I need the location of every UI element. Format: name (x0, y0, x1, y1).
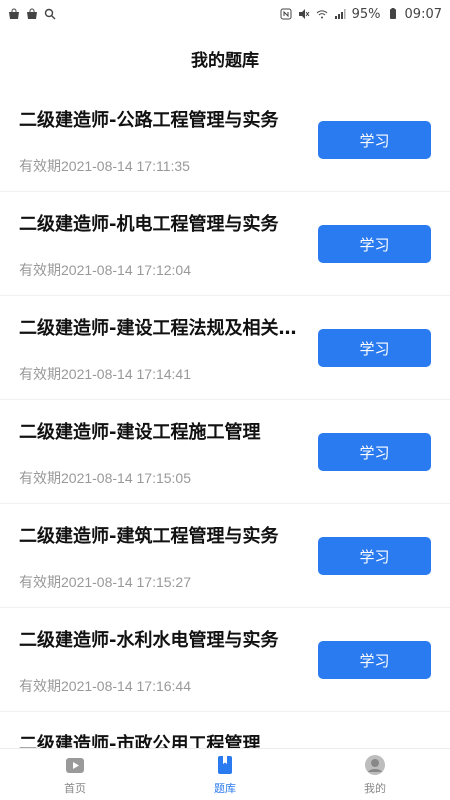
list-item: 二级建造师-水利水电管理与实务 有效期2021-08-14 17:16:44 学… (0, 608, 450, 712)
status-right: 95% 09:07 (280, 7, 442, 22)
item-expiry: 有效期2021-08-14 17:15:05 (19, 470, 191, 486)
list-item: 二级建造师-公路工程管理与实务 有效期2021-08-14 17:11:35 学… (0, 88, 450, 192)
item-title: 二级建造师-机电工程管理与实务 (19, 214, 279, 235)
question-bank-list[interactable]: 二级建造师-公路工程管理与实务 有效期2021-08-14 17:11:35 学… (0, 88, 450, 748)
study-button[interactable]: 学习 (318, 121, 431, 159)
item-title: 二级建造师-建筑工程管理与实务 (19, 526, 279, 547)
item-expiry: 有效期2021-08-14 17:16:44 (19, 678, 191, 694)
battery-icon (389, 8, 396, 19)
study-button[interactable]: 学习 (318, 225, 431, 263)
bottom-nav: 首页 题库 我的 (0, 748, 450, 800)
shopping-bag-icon (9, 8, 19, 19)
shopping-bag-icon (27, 8, 37, 19)
battery-percent: 95% (351, 6, 381, 22)
item-title: 二级建造师-市政公用工程管理 (19, 734, 261, 748)
wifi-icon (316, 10, 327, 19)
nav-question-bank-label: 题库 (214, 781, 236, 795)
status-left (8, 8, 56, 20)
item-expiry: 有效期2021-08-14 17:11:35 (19, 158, 190, 174)
item-expiry: 有效期2021-08-14 17:15:27 (19, 574, 191, 590)
play-icon (66, 757, 84, 773)
nav-home[interactable]: 首页 (0, 749, 150, 800)
page-title: 我的题库 (191, 50, 259, 71)
nav-mine[interactable]: 我的 (300, 749, 450, 800)
signal-icon (334, 9, 346, 19)
list-item: 二级建造师-建筑工程管理与实务 有效期2021-08-14 17:15:27 学… (0, 504, 450, 608)
study-button[interactable]: 学习 (318, 537, 431, 575)
item-expiry: 有效期2021-08-14 17:14:41 (19, 366, 191, 382)
item-title: 二级建造师-水利水电管理与实务 (19, 630, 279, 651)
nav-mine-label: 我的 (364, 781, 386, 795)
study-button[interactable]: 学习 (318, 641, 431, 679)
status-bar: 95% 09:07 (0, 0, 450, 28)
search-icon (44, 8, 56, 20)
study-button[interactable]: 学习 (318, 433, 431, 471)
list-item: 二级建造师-建设工程施工管理 有效期2021-08-14 17:15:05 学习 (0, 400, 450, 504)
item-title: 二级建造师-公路工程管理与实务 (19, 110, 279, 131)
clock: 09:07 (404, 6, 442, 22)
list-item: 二级建造师-市政公用工程管理 (0, 712, 450, 748)
item-title: 二级建造师-建设工程施工管理 (19, 422, 261, 443)
nfc-icon (280, 8, 292, 20)
study-button[interactable]: 学习 (318, 329, 431, 367)
user-icon (365, 754, 385, 775)
bookmark-book-icon (218, 755, 232, 774)
page-header: 我的题库 (0, 28, 450, 88)
nav-home-label: 首页 (64, 781, 86, 795)
list-item: 二级建造师-机电工程管理与实务 有效期2021-08-14 17:12:04 学… (0, 192, 450, 296)
mute-icon (298, 9, 310, 19)
list-item: 二级建造师-建设工程法规及相关知识 有效期2021-08-14 17:14:41… (0, 296, 450, 400)
nav-question-bank[interactable]: 题库 (150, 749, 300, 800)
item-title: 二级建造师-建设工程法规及相关知识 (19, 318, 299, 339)
item-expiry: 有效期2021-08-14 17:12:04 (19, 262, 191, 278)
